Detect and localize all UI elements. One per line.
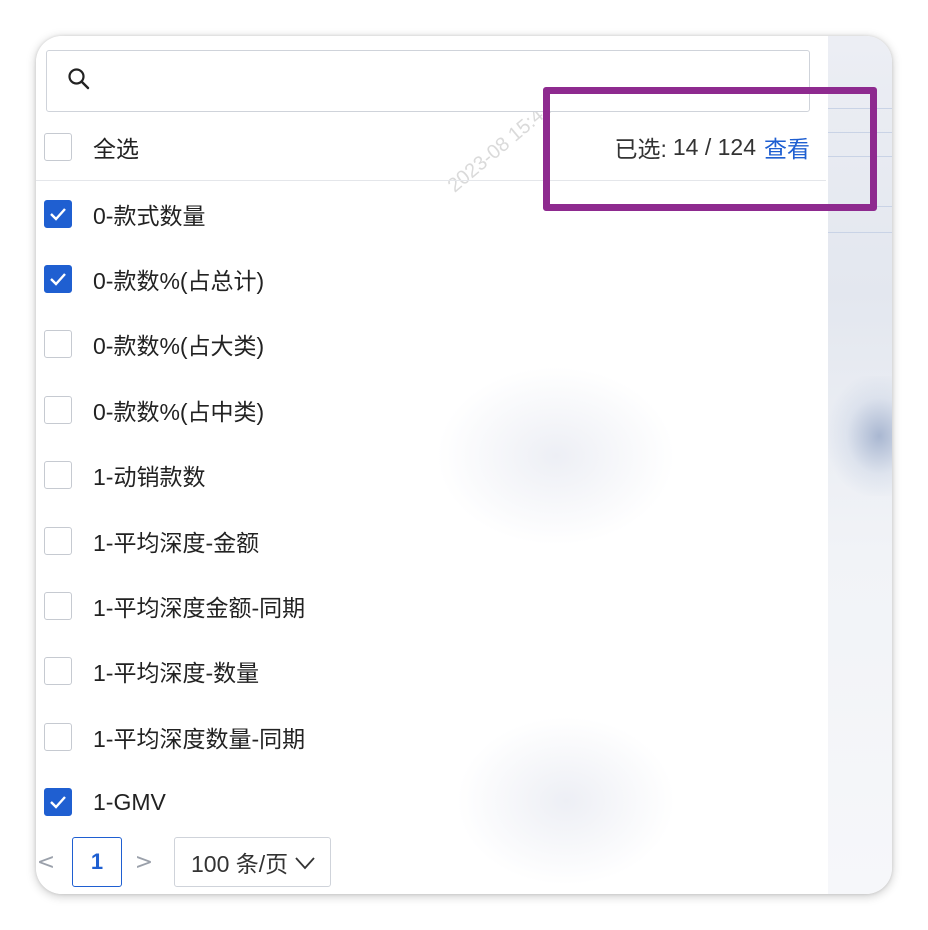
list-item[interactable]: 0-款数%(占中类) bbox=[36, 377, 826, 442]
item-checkbox[interactable] bbox=[44, 592, 72, 621]
prev-page-button[interactable]: < bbox=[36, 850, 56, 875]
item-label: 0-款式数量 bbox=[93, 202, 206, 229]
view-selected-link[interactable]: 查看 bbox=[764, 130, 810, 164]
item-checkbox[interactable] bbox=[44, 395, 72, 424]
search-box[interactable] bbox=[46, 50, 810, 112]
pagination: < 1 > 100 条/页 bbox=[36, 836, 826, 888]
field-selector-panel: 2023-08 15:41 全选 已选: 14 / 124 查看 0-款式数量 … bbox=[36, 36, 826, 894]
select-all-checkbox[interactable] bbox=[44, 133, 72, 161]
item-checkbox[interactable] bbox=[44, 788, 72, 817]
item-checkbox[interactable] bbox=[44, 657, 72, 686]
item-checkbox[interactable] bbox=[44, 199, 72, 228]
item-label: 1-平均深度数量-同期 bbox=[93, 725, 306, 752]
list-item[interactable]: 1-平均深度-数量 bbox=[36, 639, 826, 704]
list-item[interactable]: 1-平均深度金额-同期 bbox=[36, 573, 826, 638]
item-label: 1-平均深度金额-同期 bbox=[93, 595, 306, 622]
select-all-label: 全选 bbox=[93, 136, 139, 162]
item-checkbox[interactable] bbox=[44, 461, 72, 490]
chevron-down-icon bbox=[294, 849, 316, 876]
selected-count: 14 / 124 bbox=[672, 133, 756, 160]
selection-summary: 已选: 14 / 124 查看 bbox=[614, 114, 810, 180]
item-label: 1-动销款数 bbox=[93, 464, 206, 491]
list-item[interactable]: 0-款数%(占大类) bbox=[36, 312, 826, 377]
page-size-select[interactable]: 100 条/页 bbox=[174, 837, 332, 887]
search-input[interactable] bbox=[101, 60, 809, 102]
list-item[interactable]: 1-GMV bbox=[36, 770, 826, 835]
item-checkbox[interactable] bbox=[44, 330, 72, 359]
item-checkbox[interactable] bbox=[44, 722, 72, 751]
item-label: 0-款数%(占总计) bbox=[93, 268, 265, 295]
item-checkbox[interactable] bbox=[44, 526, 72, 555]
select-all-row: 全选 已选: 14 / 124 查看 bbox=[36, 114, 826, 181]
current-page-button[interactable]: 1 bbox=[72, 837, 122, 887]
field-list: 0-款式数量 0-款数%(占总计) 0-款数%(占大类) 0-款数%(占中类) … bbox=[36, 181, 826, 835]
item-label: 1-GMV bbox=[93, 788, 166, 815]
item-checkbox[interactable] bbox=[44, 265, 72, 294]
list-item[interactable]: 1-平均深度数量-同期 bbox=[36, 704, 826, 769]
item-label: 0-款数%(占大类) bbox=[93, 333, 265, 360]
list-item[interactable]: 1-平均深度-金额 bbox=[36, 508, 826, 573]
item-label: 1-平均深度-金额 bbox=[93, 529, 260, 556]
next-page-button[interactable]: > bbox=[134, 850, 154, 875]
list-item[interactable]: 1-动销款数 bbox=[36, 443, 826, 508]
item-label: 0-款数%(占中类) bbox=[93, 398, 265, 425]
search-icon bbox=[67, 67, 91, 95]
selected-prefix: 已选: bbox=[614, 136, 667, 162]
background-page bbox=[828, 36, 892, 894]
item-label: 1-平均深度-数量 bbox=[93, 660, 260, 687]
list-item[interactable]: 0-款式数量 bbox=[36, 181, 826, 246]
page-size-value: 100 条/页 bbox=[191, 851, 289, 877]
selector-card: 2023-08 15:41 全选 已选: 14 / 124 查看 0-款式数量 … bbox=[36, 36, 892, 894]
list-item[interactable]: 0-款数%(占总计) bbox=[36, 246, 826, 311]
